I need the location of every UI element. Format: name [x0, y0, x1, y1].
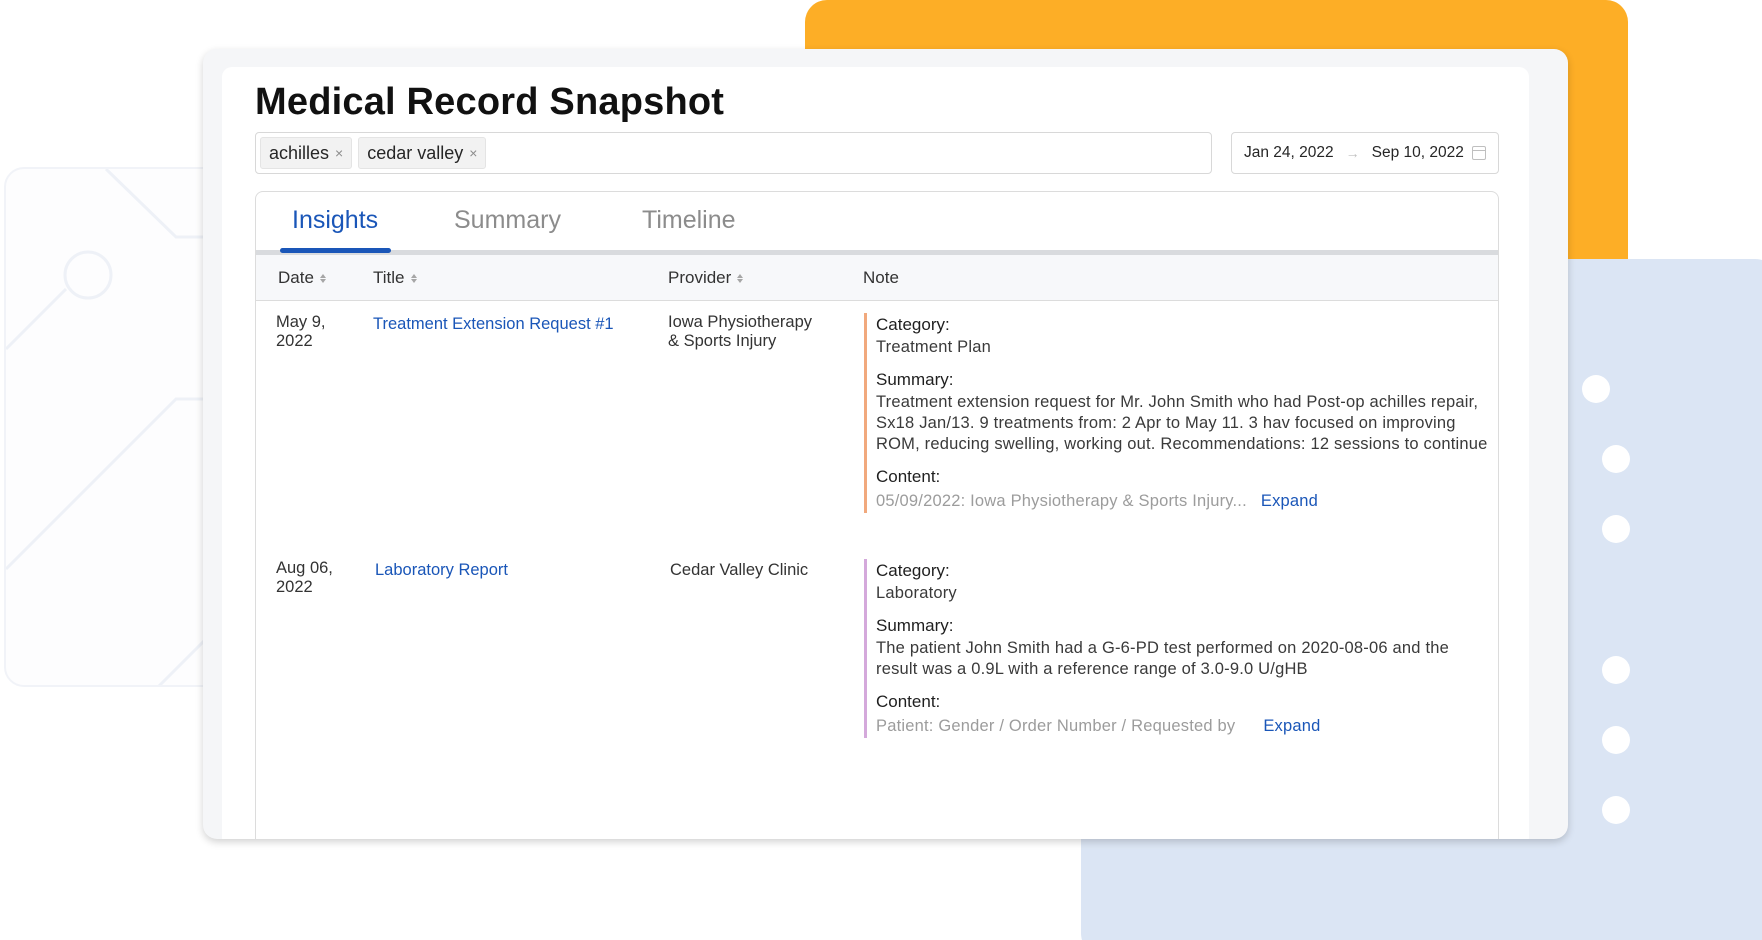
row-provider: Cedar Valley Clinic — [670, 561, 808, 580]
column-header-label: Provider — [668, 268, 732, 287]
tab-summary[interactable]: Summary — [454, 206, 561, 235]
app-window: Medical Record Snapshot achilles × cedar… — [203, 49, 1568, 839]
summary-label: Summary: — [876, 370, 954, 389]
date-line: May 9, — [276, 313, 326, 331]
expand-link[interactable]: Expand — [1263, 714, 1320, 738]
active-tab-indicator — [280, 248, 391, 253]
row-date: Aug 06, 2022 — [276, 559, 333, 597]
page-title: Medical Record Snapshot — [255, 81, 725, 123]
category-value: Laboratory — [876, 584, 957, 602]
content-row: 05/09/2022: Iowa Physiotherapy & Sports … — [876, 489, 1494, 513]
date-line: 2022 — [276, 578, 313, 596]
row-provider: Iowa Physiotherapy & Sports Injury — [668, 313, 812, 351]
content-preview: Patient: Gender / Order Number / Request… — [876, 717, 1236, 735]
column-header-label: Note — [863, 268, 899, 287]
remove-tag-icon[interactable]: × — [335, 145, 343, 161]
records-panel: Insights Summary Timeline Date Title Pro… — [255, 191, 1499, 839]
note-block: Category: Treatment Plan Summary: Treatm… — [864, 313, 1494, 513]
record-title-link[interactable]: Treatment Extension Request #1 — [373, 315, 614, 334]
snapshot-card: Medical Record Snapshot achilles × cedar… — [222, 67, 1529, 839]
column-header-note: Note — [863, 268, 899, 288]
date-range-arrow-icon: → — [1345, 145, 1360, 161]
date-line: Aug 06, — [276, 559, 333, 577]
summary-text: Treatment extension request for Mr. John… — [876, 393, 1488, 453]
content-label: Content: — [876, 692, 941, 711]
content-label: Content: — [876, 467, 941, 486]
sort-icon[interactable] — [410, 273, 417, 283]
date-range-picker[interactable]: Jan 24, 2022 → Sep 10, 2022 — [1231, 132, 1499, 174]
provider-line: & Sports Injury — [668, 332, 777, 350]
category-label: Category: — [876, 561, 950, 580]
column-header-date[interactable]: Date — [278, 268, 326, 288]
expand-link[interactable]: Expand — [1261, 489, 1318, 513]
filter-tag-label: achilles — [269, 142, 330, 163]
calendar-icon[interactable] — [1472, 146, 1486, 160]
row-date: May 9, 2022 — [276, 313, 326, 351]
column-header-provider[interactable]: Provider — [668, 268, 744, 288]
category-label: Category: — [876, 315, 950, 334]
date-end[interactable]: Sep 10, 2022 — [1372, 144, 1464, 162]
summary-text: The patient John Smith had a G-6-PD test… — [876, 639, 1449, 678]
decorative-dot — [1602, 656, 1630, 684]
tab-timeline[interactable]: Timeline — [642, 206, 736, 235]
filter-tag-label: cedar valley — [367, 142, 464, 163]
remove-tag-icon[interactable]: × — [469, 145, 477, 161]
decorative-dot — [1602, 515, 1630, 543]
summary-label: Summary: — [876, 616, 954, 635]
sort-icon[interactable] — [319, 273, 326, 283]
filter-tag-achilles: achilles × — [260, 137, 353, 169]
filter-tag-cedar-valley: cedar valley × — [358, 137, 487, 169]
circuit-decoration — [6, 169, 232, 685]
tab-insights[interactable]: Insights — [292, 206, 378, 235]
decorative-dot — [1602, 796, 1630, 824]
column-header-label: Date — [278, 268, 314, 287]
note-block: Category: Laboratory Summary: The patien… — [864, 559, 1494, 738]
sort-icon[interactable] — [737, 273, 744, 283]
provider-line: Iowa Physiotherapy — [668, 313, 812, 331]
date-line: 2022 — [276, 332, 313, 350]
record-title-link[interactable]: Laboratory Report — [375, 561, 508, 580]
background-circuit-panel — [4, 167, 234, 687]
decorative-dot — [1582, 375, 1610, 403]
decorative-dot — [1602, 726, 1630, 754]
column-header-title[interactable]: Title — [373, 268, 417, 288]
table-header: Date Title Provider Note — [256, 255, 1498, 301]
date-start[interactable]: Jan 24, 2022 — [1244, 144, 1334, 162]
decorative-dot — [1602, 445, 1630, 473]
content-row: Patient: Gender / Order Number / Request… — [876, 714, 1494, 738]
column-header-label: Title — [373, 268, 405, 287]
category-value: Treatment Plan — [876, 338, 991, 356]
provider-line: Cedar Valley Clinic — [670, 561, 809, 579]
content-preview: 05/09/2022: Iowa Physiotherapy & Sports … — [876, 492, 1247, 510]
tag-filter-input[interactable]: achilles × cedar valley × — [255, 132, 1212, 174]
tab-bar: Insights Summary Timeline — [256, 192, 1498, 255]
